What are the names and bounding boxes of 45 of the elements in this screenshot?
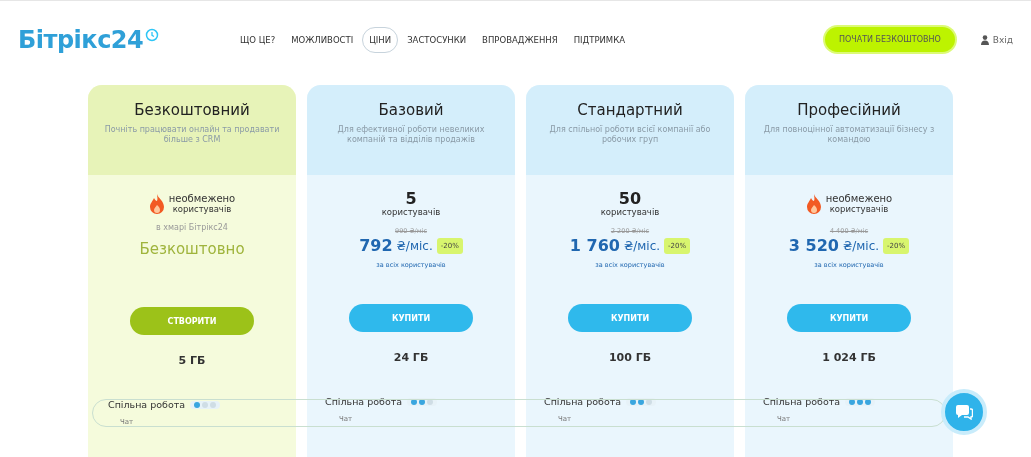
nav-link[interactable]: ВПРОВАДЖЕННЯ [475,26,565,53]
plan-name: Безкоштовний [134,101,250,119]
storage-amount: 100 ГБ [608,351,652,364]
price-unit: ₴/міс. [396,238,433,253]
plan-description: Для ефективної роботи невеликих компаній та відділів продажів [336,125,486,146]
users-label: користувачів [381,207,441,217]
storage-amount: 1 024 ГБ [822,351,876,364]
feature-name: Спільна робота [544,396,622,407]
clock-icon [145,27,160,42]
feature-name: Спільна робота [325,396,403,407]
nav-link[interactable]: ЩО ЦЕ? [233,26,283,53]
plan-note: в хмарі Бітрікс24 [156,223,228,232]
price-unit: ₴/міс. [623,238,661,253]
login-link[interactable]: Вхід [992,34,1013,45]
plan-name: Базовий [378,101,444,119]
feature-name: Спільна робота [108,399,186,410]
flame-icon [805,193,822,214]
users-label: користувачів [829,204,889,214]
chat-icon [955,404,973,420]
plan-description: Почніть працювати онлайн та продавати більше з CRM [103,125,281,146]
feature-name: Спільна робота [763,396,841,407]
price: 1 760 [569,236,620,255]
users-count: необмежено [168,193,236,204]
price-unit: ₴/міс. [842,238,880,253]
storage-amount: 5 ГБ [178,354,206,367]
storage-amount: 24 ГБ [393,351,429,364]
chat-button[interactable] [941,389,987,435]
nav-link[interactable]: ЗАСТОСУНКИ [400,26,474,53]
users-label: користувачів [172,204,232,214]
users-count: необмежено [825,193,893,204]
plan-name: Стандартний [577,101,683,119]
user-icon [980,34,989,45]
users-count: 5 [405,191,417,207]
price: 3 520 [788,236,839,255]
price: Безкоштовно [139,240,245,258]
users-label: користувачів [600,207,660,217]
plan-description: Для повноцінної автоматизації бізнесу з командою [762,125,936,146]
plan-description: Для спільної роботи всієї компанії або робочих груп [548,125,712,146]
users-count: 50 [618,191,642,207]
price: 792 [359,236,393,255]
nav-link[interactable]: МОЖЛИВОСТІ [284,26,361,53]
plan-name: Професійний [797,101,901,119]
flame-icon [148,193,165,214]
nav-link[interactable]: ПІДТРИМКА [566,26,633,53]
start-free-button[interactable]: ПОЧАТИ БЕЗКОШТОВНО [824,27,955,52]
